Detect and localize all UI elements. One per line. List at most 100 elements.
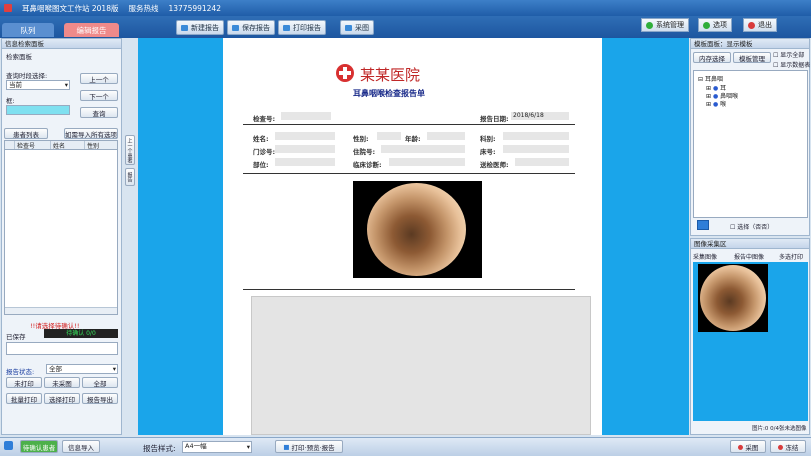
ward-no-field[interactable] — [381, 145, 465, 153]
image-count: 图片:0 0/4张未选图像 — [752, 424, 806, 432]
freeze-button[interactable]: ● 冻结 — [770, 440, 806, 453]
next-button[interactable]: 下一个 — [80, 90, 118, 101]
img-tab-multi-print[interactable]: 多选打印 — [779, 252, 803, 261]
contact-label: 服务热线 — [128, 3, 159, 13]
prev-button[interactable]: 上一个 — [80, 73, 118, 84]
search-panel-header: 信息检索面板 — [2, 39, 121, 49]
select-all-button[interactable]: 全部 — [82, 377, 118, 388]
camera-icon — [345, 24, 352, 31]
title-bar: 耳鼻咽喉图文工作站 2018版 服务热线 13775991242 — [0, 0, 811, 16]
img-tab-captured[interactable]: 采集图像 — [693, 252, 717, 261]
site-label: 部位: — [253, 161, 269, 169]
freeze-label: 冻结 — [785, 443, 799, 452]
report-date-label: 报告日期: — [480, 115, 509, 123]
new-report-button[interactable]: 新建报告 — [176, 20, 224, 35]
capture-button[interactable]: 采图 — [340, 20, 374, 35]
save-report-button[interactable]: 保存报告 — [227, 20, 275, 35]
hospital-name: 某某医院 — [360, 66, 421, 84]
query-period-label: 查询时段选择: — [6, 72, 48, 80]
system-management-button[interactable]: 系统管理 — [641, 18, 689, 32]
filter-label: 报告状态: — [6, 368, 35, 376]
table-scrollbar[interactable] — [5, 307, 117, 314]
report-format-value: A4一幅 — [185, 442, 207, 450]
system-mgmt-label: 系统管理 — [656, 21, 684, 29]
image-count-value: 图片:0 — [752, 426, 769, 432]
bottom-capture-button[interactable]: ● 采图 — [730, 440, 766, 453]
gender-field[interactable] — [377, 132, 401, 140]
load-all-tab[interactable]: 如需导入所有选项 — [64, 128, 118, 139]
report-strip[interactable]: 报告 — [125, 168, 135, 186]
prev-patient-strip[interactable]: 上一个患者 — [125, 135, 135, 165]
not-captured-button[interactable]: 未采图 — [44, 377, 80, 388]
query-button[interactable]: 查询 — [80, 107, 118, 118]
home-icon[interactable] — [4, 441, 13, 450]
doctor-field[interactable] — [515, 158, 569, 166]
confirm-option[interactable]: ☐ 选择（否否） — [730, 222, 773, 231]
select-print-button[interactable]: 选择打印 — [44, 393, 80, 404]
unprinted-button[interactable]: 未打印 — [6, 377, 42, 388]
exit-button[interactable]: 退出 — [743, 18, 777, 32]
report-title: 耳鼻咽喉检查报告单 — [353, 89, 425, 98]
export-button[interactable]: 报告导出 — [82, 393, 118, 404]
exit-icon — [748, 21, 755, 29]
tab-memory-select[interactable]: 内存选择 — [693, 52, 731, 63]
report-format-label: 报告样式: — [143, 444, 176, 453]
filter-value: 全部 — [49, 365, 62, 373]
filter-select[interactable]: 全部 ▾ — [46, 364, 118, 374]
freeze-icon: ● — [777, 442, 784, 451]
tree-item[interactable]: ⊞ ● 喉 — [706, 99, 726, 108]
tab-edit-report[interactable]: 编辑报告 — [64, 23, 119, 37]
capture-label: 采图 — [355, 23, 369, 32]
tab-queue[interactable]: 队列 — [2, 23, 54, 37]
exam-no-field[interactable] — [281, 112, 331, 120]
age-label: 年龄: — [405, 135, 421, 143]
name-label: 姓名: — [253, 135, 269, 143]
dept-field[interactable] — [503, 132, 569, 140]
opt-show-all[interactable]: ☐ 显示全部 — [773, 50, 804, 59]
site-field[interactable] — [275, 158, 335, 166]
bed-no-field[interactable] — [503, 145, 569, 153]
phone-number: 13775991242 — [168, 3, 221, 13]
name-field[interactable] — [275, 132, 335, 140]
age-field[interactable] — [427, 132, 465, 140]
options-icon — [703, 21, 710, 29]
tree-root-label: 耳鼻咽 — [704, 76, 723, 83]
image-thumbnail[interactable] — [698, 264, 768, 332]
chevron-down-icon: ▾ — [246, 443, 250, 451]
app-name: 耳鼻咽喉图文工作站 2018版 — [22, 3, 119, 13]
diagnosis-label: 临床诊断: — [353, 161, 382, 169]
opt-show-table[interactable]: ☐ 显示数据表 — [773, 60, 810, 69]
img-tab-in-report[interactable]: 报告中图像 — [734, 252, 764, 261]
print-report-label: 打印报告 — [293, 23, 321, 32]
clinic-no-label: 门诊号: — [253, 148, 276, 156]
endoscopy-image[interactable] — [353, 181, 482, 278]
query-input[interactable] — [6, 105, 70, 115]
options-label: 选项 — [713, 21, 727, 29]
patient-list-tab[interactable]: 患者列表 — [4, 128, 48, 139]
print-preview-button[interactable]: ■ 打印·预览·报告 — [275, 440, 343, 453]
opt-show-all-label: 显示全部 — [780, 52, 805, 59]
batch-print-button[interactable]: 批量打印 — [6, 393, 42, 404]
save-report-label: 保存报告 — [242, 23, 270, 32]
diagnosis-field[interactable] — [389, 158, 465, 166]
tree-root[interactable]: ⊟ 耳鼻咽 — [698, 74, 723, 83]
findings-textarea[interactable] — [251, 296, 591, 435]
print-report-button[interactable]: 打印报告 — [278, 20, 326, 35]
opt-show-table-label: 显示数据表 — [780, 62, 811, 69]
template-tree: ⊟ 耳鼻咽 ⊞ ● 耳 ⊞ ● 鼻咽喉 ⊞ ● 喉 — [693, 70, 808, 218]
report-date-field[interactable]: 2018/6/18 — [511, 112, 569, 120]
pending-patients-button[interactable]: 待确认患者 — [20, 440, 58, 453]
print-preview-icon: ■ — [283, 442, 290, 451]
query-period-select[interactable]: 当前 ▾ — [6, 80, 70, 90]
chevron-down-icon: ▾ — [112, 365, 116, 373]
print-preview-label: 打印·预览·报告 — [291, 443, 335, 452]
tab-template-manage[interactable]: 模板管理 — [733, 52, 771, 63]
confirm-arrow-icon[interactable] — [697, 220, 709, 230]
options-button[interactable]: 选项 — [698, 18, 732, 32]
gender-label: 性别: — [353, 135, 369, 143]
search-section-title: 检索面板 — [6, 53, 32, 61]
query-input-label: 框: — [6, 97, 15, 105]
clinic-no-field[interactable] — [275, 145, 335, 153]
info-import-button[interactable]: 信息导入 — [62, 440, 100, 453]
report-format-select[interactable]: A4一幅 ▾ — [182, 441, 252, 453]
